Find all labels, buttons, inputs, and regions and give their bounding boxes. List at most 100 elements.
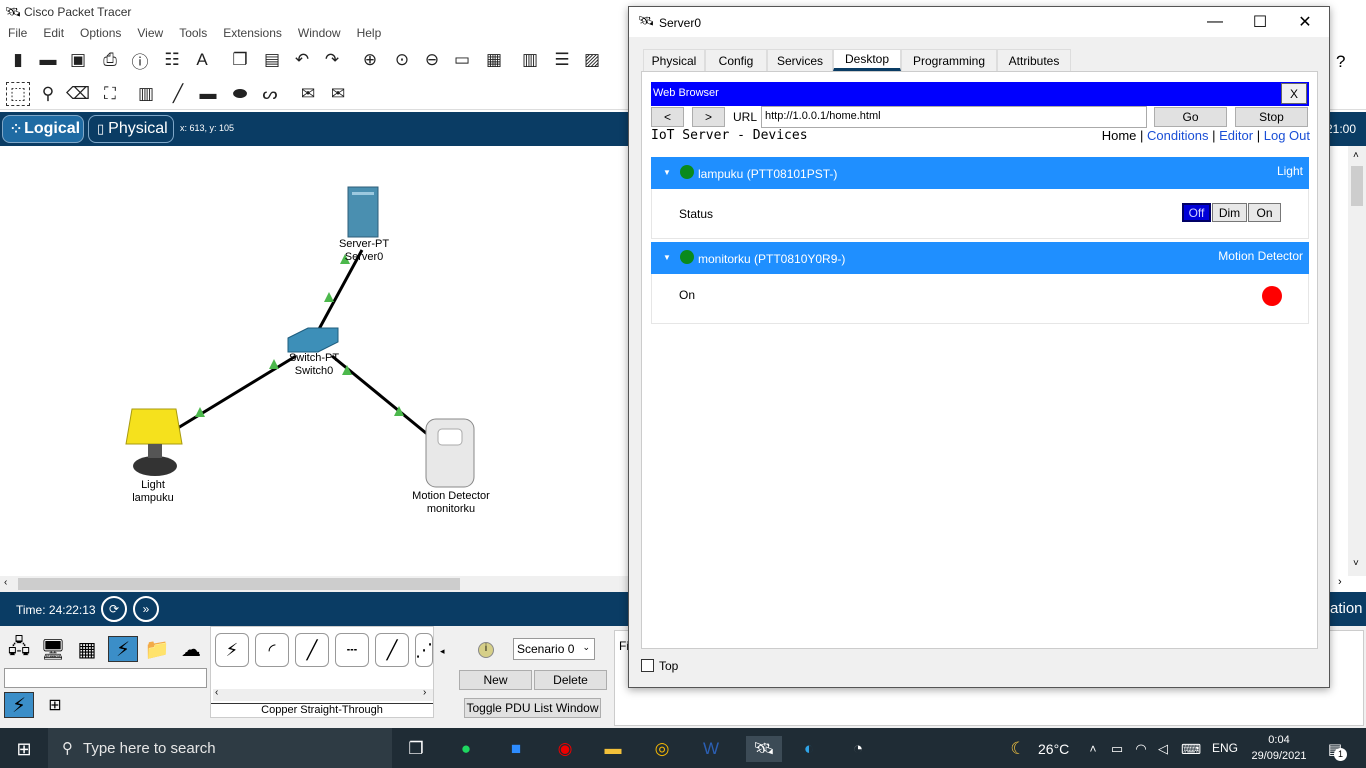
menu-window[interactable]: Window (298, 26, 341, 40)
physical-mode-button[interactable]: ▯ Physical (88, 115, 174, 143)
draw-line-icon[interactable]: ╱ (166, 82, 190, 106)
end-devices-icon[interactable]: 🖥 (38, 636, 68, 662)
grid-icon[interactable]: ⊞ (40, 692, 70, 718)
toggle-pdu-list-button[interactable]: Toggle PDU List Window (464, 698, 601, 718)
menu-edit[interactable]: Edit (43, 26, 64, 40)
browser-forward-button[interactable]: > (692, 107, 725, 127)
freeform-icon[interactable]: ᔕ (258, 82, 282, 106)
light-on-button[interactable]: On (1248, 203, 1281, 222)
nav-logout-link[interactable]: Log Out (1264, 128, 1310, 143)
nav-home-link[interactable]: Home (1102, 128, 1137, 143)
language-indicator[interactable]: ENG (1212, 741, 1238, 755)
chrome-icon[interactable]: ◎ (649, 736, 675, 762)
vertical-scroll-thumb[interactable] (1351, 166, 1363, 206)
url-input[interactable]: http://1.0.0.1/home.html (761, 106, 1147, 128)
tab-physical[interactable]: Physical (643, 49, 705, 71)
spotify-icon[interactable]: ● (453, 736, 479, 762)
tab-attributes[interactable]: Attributes (997, 49, 1071, 71)
menu-help[interactable]: Help (357, 26, 382, 40)
scenario-select[interactable]: Scenario 0 ⌄ (513, 638, 595, 660)
fiber-cable-icon[interactable]: ╱ (375, 633, 409, 667)
light-dim-button[interactable]: Dim (1212, 203, 1247, 222)
straight-through-cable-icon[interactable]: ╱ (295, 633, 329, 667)
auto-connect-cable-icon[interactable]: ⚡ (215, 633, 249, 667)
select-icon[interactable]: ⬚ (6, 82, 30, 106)
zoom-in-icon[interactable]: ⊕ (358, 48, 382, 72)
new-file-icon[interactable]: ▮ (6, 48, 30, 72)
undo-icon[interactable]: ↶ (290, 48, 314, 72)
speedometer-icon[interactable]: ◔ (845, 736, 871, 762)
misc-icon[interactable]: 📁 (142, 636, 172, 662)
logical-mode-button[interactable]: ⁘ Logical (2, 115, 84, 143)
tab-programming[interactable]: Programming (901, 49, 997, 71)
edge-icon[interactable]: ◐ (796, 736, 822, 762)
tab-services[interactable]: Services (767, 49, 833, 71)
dialog-title-bar[interactable]: 🛰 Server0 — ☐ ✕ (629, 7, 1329, 37)
packet-tracer-taskbar-icon[interactable]: 🛰 (746, 736, 782, 762)
power-cycle-icon[interactable]: ⟳ (101, 596, 127, 622)
tab-desktop[interactable]: Desktop (833, 49, 901, 71)
delete-icon[interactable]: ⌫ (66, 82, 90, 106)
browser-back-button[interactable]: < (651, 107, 684, 127)
connections-icon[interactable]: ⚡ (108, 636, 138, 662)
vertical-scrollbar[interactable]: ˄ ˅ (1348, 146, 1366, 576)
custom-device-icon[interactable]: A (190, 48, 214, 72)
device-search-field[interactable] (4, 668, 207, 688)
dialog-scrollbar[interactable] (1319, 71, 1329, 649)
minimize-icon[interactable]: — (1194, 11, 1236, 33)
new-scenario-button[interactable]: New (459, 670, 532, 690)
tray-chevron-icon[interactable]: ˄ (1080, 736, 1106, 762)
network-devices-icon[interactable]: 🖧 (4, 636, 34, 662)
components-icon[interactable]: ▦ (72, 636, 102, 662)
top-checkbox[interactable] (641, 659, 654, 672)
custom-devices-dialog-icon[interactable]: ▦ (482, 48, 506, 72)
scroll-down-icon[interactable]: ˅ (1353, 558, 1359, 569)
maximize-icon[interactable]: ☐ (1239, 11, 1281, 33)
place-note-icon[interactable]: ▥ (134, 82, 158, 106)
draw-ellipse-icon[interactable]: ⬬ (228, 82, 252, 106)
paste-icon[interactable]: ▤ (260, 48, 284, 72)
device-list-icon[interactable]: ☰ (550, 48, 574, 72)
print-icon[interactable]: ⎙ (98, 48, 122, 72)
horizontal-scrollbar[interactable]: ‹ (0, 576, 628, 592)
crossover-cable-icon[interactable]: ┄ (335, 633, 369, 667)
scroll-up-icon[interactable]: ˄ (1353, 150, 1359, 161)
close-icon[interactable]: ✕ (1284, 11, 1326, 33)
taskbar-search-box[interactable]: ⚲ Type here to search (48, 728, 392, 768)
light-icon[interactable] (125, 408, 183, 445)
console-cable-icon[interactable]: ◜ (255, 633, 289, 667)
zoom-reset-icon[interactable]: ⊙ (390, 48, 414, 72)
go-button[interactable]: Go (1154, 107, 1227, 127)
scenario-info-icon[interactable]: i (478, 642, 494, 658)
screenshot-icon[interactable]: ▨ (580, 48, 604, 72)
zoom-out-icon[interactable]: ⊖ (420, 48, 444, 72)
draw-rectangle-icon[interactable]: ▬ (196, 82, 220, 106)
help-icon[interactable]: ? (1336, 52, 1345, 72)
simple-pdu-icon[interactable]: ✉ (296, 82, 320, 106)
zoom-icon[interactable]: ■ (503, 736, 529, 762)
expand-caret-icon[interactable]: ▼ (663, 168, 671, 177)
device-header-monitorku[interactable]: ▼ monitorku (PTT0810Y0R9-) Motion Detect… (651, 242, 1309, 274)
stop-button[interactable]: Stop (1235, 107, 1308, 127)
selected-connections-icon[interactable]: ⚡ (4, 692, 34, 718)
menu-tools[interactable]: Tools (179, 26, 207, 40)
light-off-button[interactable]: Off (1182, 203, 1211, 222)
record-icon[interactable]: ◉ (552, 736, 578, 762)
menu-options[interactable]: Options (80, 26, 121, 40)
web-browser-close-button[interactable]: X (1281, 83, 1307, 104)
redo-icon[interactable]: ↷ (320, 48, 344, 72)
cable-scrollbar[interactable]: ‹ › (213, 687, 433, 701)
battery-icon[interactable]: ▭ (1104, 736, 1130, 762)
nav-conditions-link[interactable]: Conditions (1147, 128, 1208, 143)
activity-wizard-icon[interactable]: ☷ (160, 48, 184, 72)
scroll-left-icon[interactable]: ‹ (4, 577, 7, 588)
menu-view[interactable]: View (137, 26, 163, 40)
horizontal-scroll-thumb[interactable] (18, 578, 460, 590)
inspect-icon[interactable]: ⚲ (36, 82, 60, 106)
drawing-palette-icon[interactable]: ▭ (450, 48, 474, 72)
tab-config[interactable]: Config (705, 49, 767, 71)
task-view-icon[interactable]: ❐ (403, 736, 429, 762)
windows-start-icon[interactable]: ⊞ (11, 736, 37, 762)
copy-icon[interactable]: ❐ (228, 48, 252, 72)
menu-extensions[interactable]: Extensions (223, 26, 282, 40)
